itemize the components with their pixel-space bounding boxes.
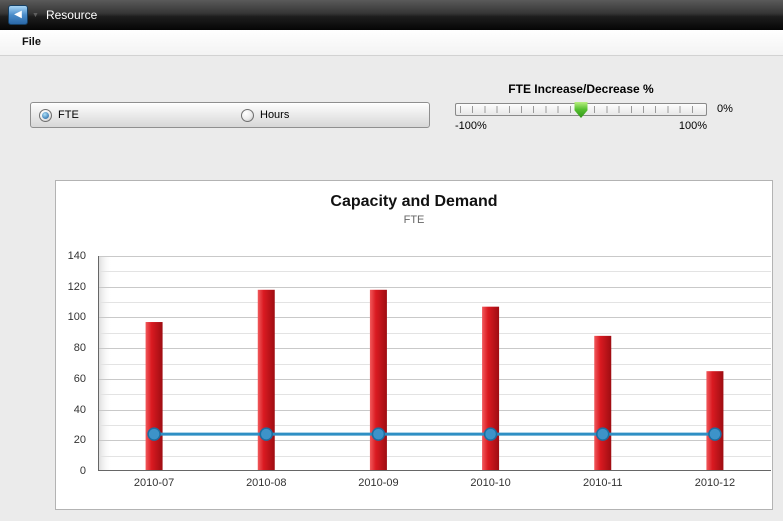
titlebar: ◀ ▼ Resource: [0, 0, 783, 30]
y-axis-labels: 020406080100120140: [56, 256, 92, 471]
back-arrow-icon: ◀: [14, 9, 22, 20]
radio-button-icon: [241, 109, 254, 122]
x-tick-label: 2010-09: [322, 477, 434, 489]
radio-option-fte[interactable]: FTE: [39, 103, 79, 127]
menubar: File: [0, 30, 783, 56]
content-area: FTE Hours FTE Increase/Decrease % 0% -10…: [0, 56, 783, 521]
y-tick-label: 140: [68, 250, 86, 262]
titlebar-dropdown-icon[interactable]: ▼: [32, 12, 39, 19]
radio-option-hours[interactable]: Hours: [241, 103, 289, 127]
fte-slider-group: FTE Increase/Decrease % 0% -100% 100%: [455, 82, 707, 132]
chart-title: Capacity and Demand: [56, 193, 772, 211]
menu-file[interactable]: File: [22, 30, 41, 55]
radio-label-hours: Hours: [260, 109, 289, 121]
y-tick-label: 100: [68, 311, 86, 323]
chart-panel: Capacity and Demand FTE 0 20 40 60 80 100 120 1…: [55, 180, 773, 510]
y-tick-label: 20: [74, 434, 86, 446]
y-tick-label: 80: [74, 342, 86, 354]
capacity-marker: [260, 428, 272, 440]
x-tick-label: 2010-11: [547, 477, 659, 489]
capacity-marker: [148, 428, 160, 440]
demand-bar: [482, 307, 499, 471]
y-tick-label: 0: [80, 465, 86, 477]
slider-thumb[interactable]: [575, 102, 588, 118]
chart-subtitle: FTE: [56, 214, 772, 226]
capacity-marker: [597, 428, 609, 440]
x-axis-labels: 2010-072010-082010-092010-102010-112010-…: [98, 477, 771, 489]
y-tick-label: 40: [74, 404, 86, 416]
app-window: ◀ ▼ Resource File FTE Hours FTE Increase…: [0, 0, 783, 521]
x-tick-label: 2010-10: [435, 477, 547, 489]
slider-label: FTE Increase/Decrease %: [455, 82, 707, 96]
capacity-marker: [485, 428, 497, 440]
radio-label-fte: FTE: [58, 109, 79, 121]
chart-svg: [98, 256, 771, 471]
radio-button-icon: [39, 109, 52, 122]
slider-track[interactable]: [455, 103, 707, 116]
x-tick-label: 2010-12: [659, 477, 771, 489]
demand-bar: [370, 290, 387, 471]
capacity-marker: [372, 428, 384, 440]
unit-toggle-group: FTE Hours: [30, 102, 430, 128]
demand-bar: [594, 336, 611, 471]
slider-row: 0%: [455, 103, 707, 116]
plot-area: [98, 256, 771, 471]
y-tick-label: 60: [74, 373, 86, 385]
window-title: Resource: [46, 8, 97, 22]
x-tick-label: 2010-08: [210, 477, 322, 489]
radio-selected-dot: [42, 112, 49, 119]
demand-bar: [706, 371, 723, 471]
y-tick-label: 120: [68, 281, 86, 293]
slider-minmax-labels: -100% 100%: [455, 120, 707, 132]
x-tick-label: 2010-07: [98, 477, 210, 489]
demand-bar: [258, 290, 275, 471]
slider-value: 0%: [717, 103, 733, 116]
back-button[interactable]: ◀: [8, 5, 28, 25]
slider-max-label: 100%: [679, 120, 707, 132]
slider-min-label: -100%: [455, 120, 487, 132]
capacity-marker: [709, 428, 721, 440]
demand-bar: [146, 322, 163, 471]
